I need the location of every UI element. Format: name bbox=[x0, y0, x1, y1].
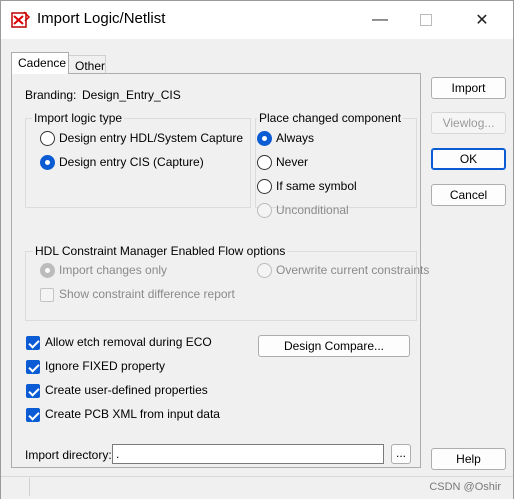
place-never-label: Never bbox=[276, 155, 309, 169]
close-icon: ✕ bbox=[475, 12, 489, 29]
show-diff-report-label: Show constraint difference report bbox=[59, 287, 235, 301]
cancel-button[interactable]: Cancel bbox=[431, 184, 506, 206]
window-title: Import Logic/Netlist bbox=[37, 10, 166, 27]
overwrite-constraints-radio bbox=[257, 263, 272, 278]
maximize-icon bbox=[420, 14, 432, 26]
tab-cadence[interactable]: Cadence bbox=[11, 52, 69, 74]
ignore-fixed-checkbox[interactable] bbox=[26, 360, 40, 374]
minimize-button[interactable]: — bbox=[357, 1, 403, 39]
create-user-props-checkbox[interactable] bbox=[26, 384, 40, 398]
ignore-fixed-label: Ignore FIXED property bbox=[45, 359, 166, 373]
branding-label: Branding: bbox=[25, 88, 77, 102]
show-diff-report-checkbox bbox=[40, 288, 54, 302]
branding-value: Design_Entry_CIS bbox=[82, 88, 181, 102]
import-directory-label: Import directory: bbox=[25, 448, 112, 462]
allow-etch-removal-checkbox[interactable] bbox=[26, 336, 40, 350]
hdl-system-capture-label: Design entry HDL/System Capture bbox=[59, 131, 244, 145]
create-user-props-label: Create user-defined properties bbox=[45, 383, 208, 397]
status-divider bbox=[29, 478, 30, 496]
create-pcb-xml-checkbox[interactable] bbox=[26, 408, 40, 422]
place-unconditional-label: Unconditional bbox=[276, 203, 349, 217]
import-changes-only-label: Import changes only bbox=[59, 263, 168, 277]
place-always-label: Always bbox=[276, 131, 315, 145]
place-never-radio[interactable] bbox=[257, 155, 272, 170]
place-if-same-symbol-radio[interactable] bbox=[257, 179, 272, 194]
design-compare-button[interactable]: Design Compare... bbox=[258, 335, 410, 357]
import-changes-only-radio bbox=[40, 263, 55, 278]
import-button[interactable]: Import bbox=[431, 77, 506, 99]
browse-directory-button[interactable]: ... bbox=[391, 444, 411, 464]
import-logic-dialog: Import Logic/Netlist — ✕ Cadence Other B… bbox=[0, 0, 514, 499]
place-changed-title: Place changed component bbox=[257, 111, 404, 125]
minimize-icon: — bbox=[372, 11, 388, 28]
tab-other[interactable]: Other bbox=[68, 55, 106, 75]
viewlog-button: Viewlog... bbox=[431, 112, 506, 134]
close-button[interactable]: ✕ bbox=[459, 1, 505, 39]
import-logic-type-title: Import logic type bbox=[32, 111, 125, 125]
place-if-same-symbol-label: If same symbol bbox=[276, 179, 357, 193]
hdl-constraint-group bbox=[25, 251, 417, 321]
ok-button[interactable]: OK bbox=[431, 148, 506, 170]
watermark-text: CSDN @Oshir bbox=[429, 481, 501, 493]
allow-etch-removal-label: Allow etch removal during ECO bbox=[45, 335, 212, 349]
hdl-system-capture-radio[interactable] bbox=[40, 131, 55, 146]
overwrite-constraints-label: Overwrite current constraints bbox=[276, 263, 430, 277]
cis-capture-radio[interactable] bbox=[40, 155, 55, 170]
place-always-radio[interactable] bbox=[257, 131, 272, 146]
hdl-constraint-title: HDL Constraint Manager Enabled Flow opti… bbox=[33, 244, 288, 258]
create-pcb-xml-label: Create PCB XML from input data bbox=[45, 407, 220, 421]
import-directory-input[interactable]: . bbox=[112, 444, 384, 464]
help-button[interactable]: Help bbox=[431, 448, 506, 470]
title-bar[interactable]: Import Logic/Netlist — ✕ bbox=[1, 1, 513, 39]
cadence-logic-icon bbox=[11, 11, 31, 28]
cis-capture-label: Design entry CIS (Capture) bbox=[59, 155, 204, 169]
place-unconditional-radio bbox=[257, 203, 272, 218]
maximize-button[interactable] bbox=[403, 1, 449, 39]
